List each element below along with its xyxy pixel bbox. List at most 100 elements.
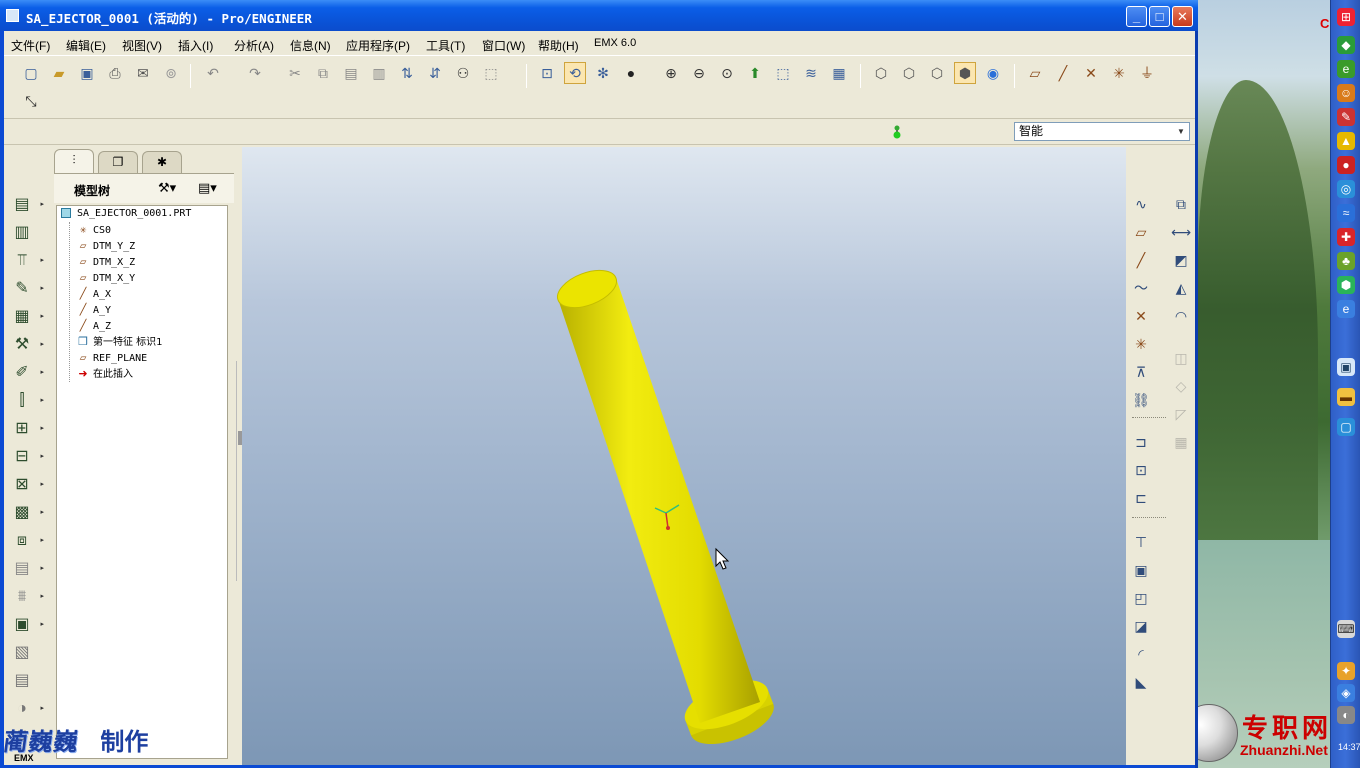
screw-icon[interactable]: ✎ ▸ [10, 277, 44, 301]
refit-icon[interactable]: ⊙ [716, 62, 738, 84]
datum-plane-tool-icon[interactable]: ▱ [1130, 221, 1152, 243]
support-pillar-icon[interactable]: ⫿ ▸ [10, 389, 44, 413]
menu-applications[interactable]: 应用程序(P) [346, 37, 410, 54]
tree-item-cs0[interactable]: ✳ CS0 [77, 222, 111, 238]
chat-icon[interactable]: ♣ [1337, 252, 1355, 270]
insert-icon[interactable]: ▩ ▸ [10, 501, 44, 525]
tree-item-a-x[interactable]: ╱ A_X [77, 286, 111, 302]
app-icon[interactable]: ✚ [1337, 228, 1355, 246]
chevron-down-icon[interactable]: ▼ [1173, 123, 1189, 140]
find-binoculars-icon[interactable]: ⚇ [452, 62, 474, 84]
tray-icon[interactable]: ✦ [1337, 662, 1355, 680]
slider-icon[interactable]: ⊟ ▸ [10, 445, 44, 469]
sprue-icon[interactable]: ▦ ▸ [10, 305, 44, 329]
menu-tools[interactable]: 工具(T) [426, 37, 465, 54]
close-button[interactable]: ✕ [1172, 6, 1193, 27]
tree-item-a-y[interactable]: ╱ A_Y [77, 302, 111, 318]
tab-favorites[interactable]: ✱ [142, 151, 182, 173]
window-task-icon[interactable]: ▢ [1337, 418, 1355, 436]
tool-icon[interactable]: ✎ [1337, 108, 1355, 126]
enhanced-realism-icon[interactable]: ◉ [982, 62, 1004, 84]
shield-icon[interactable]: ◆ [1337, 36, 1355, 54]
menu-analysis[interactable]: 分析(A) [234, 37, 274, 54]
warning-icon[interactable]: ▲ [1337, 132, 1355, 150]
tree-item-ref-plane[interactable]: ▱ REF_PLANE [77, 350, 148, 366]
app-window-icon[interactable] [6, 9, 19, 22]
wireframe-icon[interactable]: ⬡ [870, 62, 892, 84]
proe-window-icon[interactable]: ▣ [1337, 358, 1355, 376]
regen-manager-icon[interactable]: ⇵ [424, 62, 446, 84]
security-icon[interactable]: ⬢ [1337, 276, 1355, 294]
layers-icon[interactable]: ≋ [800, 62, 822, 84]
new-file-icon[interactable]: ▢ [20, 62, 42, 84]
globe-icon[interactable]: ◎ [1337, 180, 1355, 198]
menu-edit[interactable]: 编辑(E) [66, 37, 106, 54]
keyboard-icon[interactable]: ⌨ [1337, 620, 1355, 638]
menu-emx[interactable]: EMX 6.0 [594, 37, 636, 49]
browser-icon[interactable]: e [1337, 60, 1355, 78]
open-folder-icon[interactable]: ▰ [48, 62, 70, 84]
minimize-button[interactable]: _ [1126, 6, 1147, 27]
tree-item-dtm-x-y[interactable]: ▱ DTM_X_Y [77, 270, 135, 286]
tree-item-insert-here[interactable]: ➜ 在此插入 [77, 366, 133, 382]
menu-view[interactable]: 视图(V) [122, 37, 162, 54]
zoom-in-icon[interactable]: ⊕ [660, 62, 682, 84]
saved-views-icon[interactable]: ⬚ [772, 62, 794, 84]
menu-file[interactable]: 文件(F) [11, 37, 50, 54]
drawing-icon[interactable]: ▧ [10, 641, 34, 665]
view-manager-icon[interactable]: ▦ [828, 62, 850, 84]
pin-icon[interactable]: ✐ ▸ [10, 361, 44, 385]
send-email-icon[interactable]: ✉ [132, 62, 154, 84]
sketch-curve-icon[interactable]: ∿ [1130, 193, 1152, 215]
round-icon[interactable]: ▣ [1130, 559, 1152, 581]
chamfer-icon[interactable]: ◰ [1130, 587, 1152, 609]
graphics-viewport[interactable] [242, 147, 1126, 765]
chain-icon[interactable]: ⛓ [1130, 389, 1152, 411]
regenerate-icon[interactable]: ⇅ [396, 62, 418, 84]
network-icon[interactable]: ≈ [1337, 204, 1355, 222]
tree-tools-icon[interactable]: ⚒▾ [158, 180, 176, 196]
list-icon[interactable]: ▤ [10, 669, 34, 693]
menu-window[interactable]: 窗口(W) [482, 37, 525, 54]
spin-center-icon[interactable]: ⟲ [564, 62, 586, 84]
mirror-icon[interactable]: ⟷ [1170, 221, 1192, 243]
cooling-icon[interactable]: ⊞ ▸ [10, 417, 44, 441]
mold-base-icon[interactable]: ▥ [10, 221, 34, 245]
tree-item-dtm-x-z[interactable]: ▱ DTM_X_Z [77, 254, 135, 270]
tab-folder-browser[interactable]: ❐ [98, 151, 138, 173]
save-icon[interactable]: ▣ [76, 62, 98, 84]
datum-points-display-icon[interactable]: ✕ [1080, 62, 1102, 84]
folder-icon[interactable]: ▬ [1337, 388, 1355, 406]
orient-mode-icon[interactable]: ✻ [592, 62, 614, 84]
ejector-pin-icon[interactable]: ⫪ ▸ [10, 249, 44, 273]
hidden-line-icon[interactable]: ⬡ [898, 62, 920, 84]
user-icon[interactable]: ☺ [1337, 84, 1355, 102]
datum-point-tool-icon[interactable]: ✕ [1130, 305, 1152, 327]
email-link-icon[interactable]: ⊚ [160, 62, 182, 84]
extrude-icon[interactable]: ◩ [1170, 249, 1192, 271]
shading-icon[interactable]: ⬢ [954, 62, 976, 84]
sweep-icon[interactable]: ◠ [1170, 305, 1192, 327]
title-bar[interactable]: SA_EJECTOR_0001 (活动的) - Pro/ENGINEER _ □… [0, 0, 1198, 31]
pattern-icon[interactable]: ▦ [1170, 431, 1192, 453]
edge-chamfer-icon[interactable]: ◣ [1130, 671, 1152, 693]
bom-icon[interactable]: ▣ ▸ [10, 613, 44, 637]
merge-icon[interactable]: ◇ [1170, 375, 1192, 397]
mold-layout-icon[interactable]: ▤ ▸ [10, 193, 44, 217]
undo-icon[interactable]: ↶ [202, 62, 224, 84]
lock-icon[interactable]: ⧈ ▸ [10, 529, 44, 553]
shell-icon[interactable]: ⊡ [1130, 459, 1152, 481]
paste-icon[interactable]: ▤ [340, 62, 362, 84]
ejector-pin-model[interactable] [552, 263, 780, 754]
copy-geometry-icon[interactable]: ⧉ [1170, 193, 1192, 215]
windows-flag-icon[interactable]: ⊞ [1337, 8, 1355, 26]
rib-icon[interactable]: ⊏ [1130, 487, 1152, 509]
datum-axis-tool-icon[interactable]: ╱ [1130, 249, 1152, 271]
datum-axes-display-icon[interactable]: ╱ [1052, 62, 1074, 84]
menu-help[interactable]: 帮助(H) [538, 37, 579, 54]
lifter-icon[interactable]: ⊠ ▸ [10, 473, 44, 497]
spring-icon[interactable]: ⩩ ▸ [10, 585, 44, 609]
no-hidden-icon[interactable]: ⬡ [926, 62, 948, 84]
view-icon[interactable]: ◑ ▸ [10, 697, 44, 721]
context-help-icon[interactable]: ⤡ [20, 90, 42, 112]
